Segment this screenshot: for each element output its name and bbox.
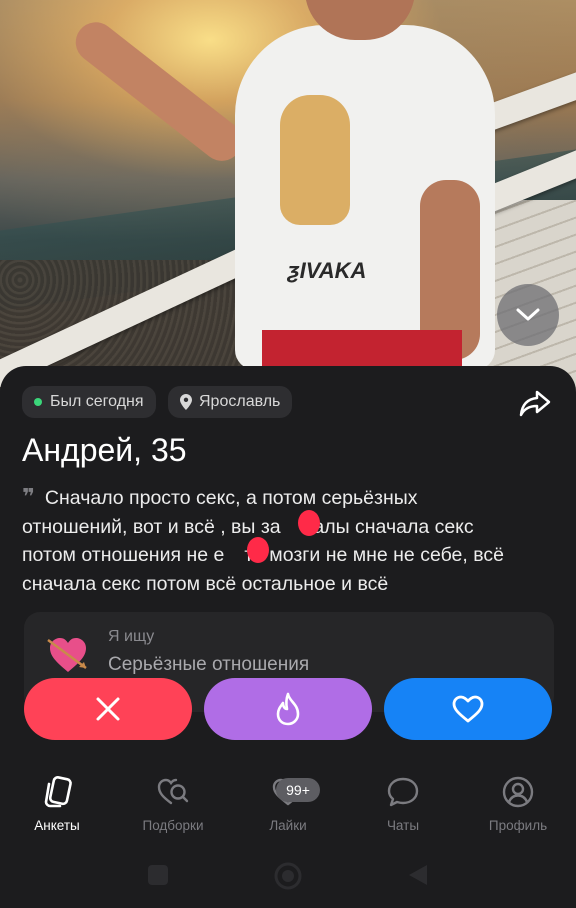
city-text: Ярославль <box>199 393 281 410</box>
back-icon[interactable] <box>408 864 428 886</box>
status-chip: Был сегодня <box>22 386 156 418</box>
person-shorts <box>262 330 462 370</box>
tab-cards-label: Анкеты <box>34 818 80 833</box>
tab-profile[interactable]: Профиль <box>463 770 573 833</box>
status-text: Был сегодня <box>50 393 144 410</box>
recent-apps-icon[interactable] <box>147 864 169 886</box>
system-navigation-bar <box>0 850 576 908</box>
redaction-mark <box>247 537 269 563</box>
tab-profile-label: Профиль <box>488 818 548 833</box>
close-icon <box>96 697 120 721</box>
shirt-mascot <box>280 95 350 225</box>
looking-for-value: Серьёзные отношения <box>108 654 310 675</box>
heart-arrow-icon <box>47 638 87 672</box>
profile-bio: ❞ Сначало просто секс, а потом серьёзных … <box>22 484 504 595</box>
tab-likes-label: Лайки <box>269 818 307 833</box>
flame-icon <box>276 692 300 726</box>
location-pin-icon <box>180 394 192 410</box>
tab-chats-label: Чаты <box>386 818 420 833</box>
superlike-button[interactable] <box>204 678 372 740</box>
user-circle-icon <box>502 776 534 808</box>
redaction-mark <box>298 510 320 536</box>
tab-collections-label: Подборки <box>142 818 204 833</box>
heart-search-icon <box>157 778 189 805</box>
home-icon[interactable] <box>274 862 302 890</box>
online-dot-icon <box>34 398 42 406</box>
profile-name-age: Андрей, 35 <box>22 432 187 468</box>
cards-icon <box>44 776 72 808</box>
quote-icon: ❞ <box>22 484 35 509</box>
looking-for-label: Я ищу <box>108 628 155 645</box>
tab-chats[interactable]: Чаты <box>348 770 458 833</box>
collapse-button[interactable] <box>497 284 559 346</box>
tab-cards[interactable]: Анкеты <box>2 770 112 833</box>
dislike-button[interactable] <box>24 678 192 740</box>
profile-photo[interactable]: ƺIVAKA <box>0 0 576 400</box>
city-chip: Ярославль <box>168 386 293 418</box>
like-button[interactable] <box>384 678 552 740</box>
share-icon[interactable] <box>518 388 552 418</box>
heart-icon <box>452 695 484 723</box>
tab-collections[interactable]: Подборки <box>118 770 228 833</box>
chevron-down-icon <box>516 308 540 321</box>
shirt-print: ƺIVAKA <box>288 258 367 283</box>
chat-icon <box>387 777 419 807</box>
likes-count-badge: 99+ <box>276 778 320 802</box>
